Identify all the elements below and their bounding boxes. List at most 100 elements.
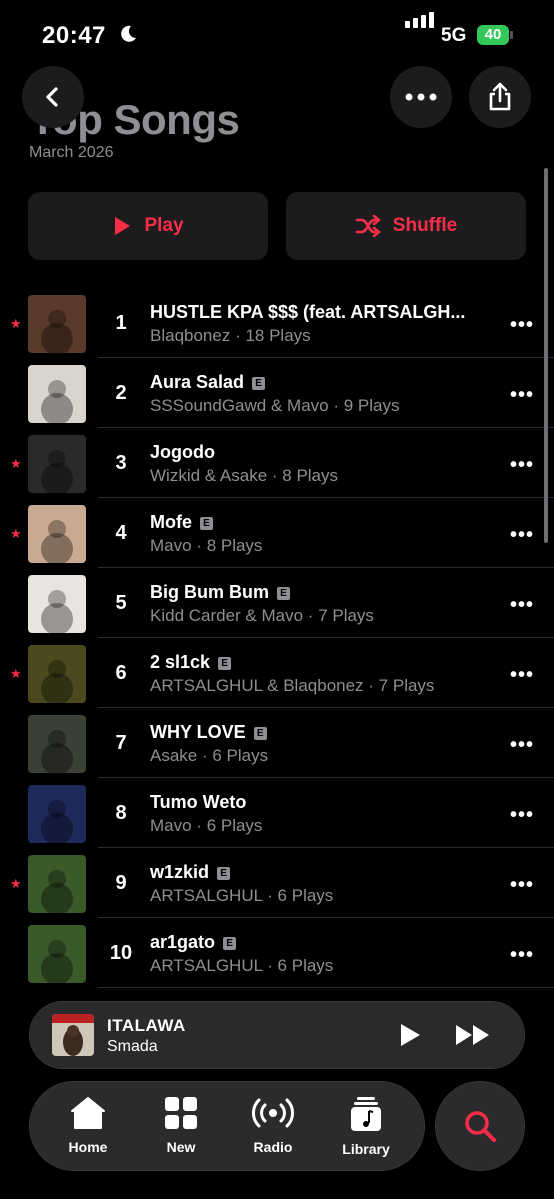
song-meta: Blaqbonez · 18 Plays xyxy=(150,326,311,346)
shuffle-icon xyxy=(355,215,381,237)
song-plays: 6 Plays xyxy=(277,956,334,975)
share-button[interactable] xyxy=(469,66,531,128)
song-title: ar1gato xyxy=(150,932,216,952)
tab-new[interactable]: New xyxy=(136,1096,226,1155)
favorite-star-icon: ★ xyxy=(10,666,22,681)
meta-separator: · xyxy=(303,606,319,625)
back-button[interactable] xyxy=(22,66,84,128)
song-meta: Wizkid & Asake · 8 Plays xyxy=(150,466,338,486)
explicit-icon: E xyxy=(218,657,232,670)
explicit-icon: E xyxy=(253,727,267,740)
song-more-button[interactable]: ••• xyxy=(510,804,534,827)
song-row[interactable]: ★ 6 2 sl1ck E ARTSALGHUL & Blaqbonez · 7 Pla… xyxy=(0,638,554,708)
search-button[interactable] xyxy=(436,1082,524,1170)
battery-tip xyxy=(510,31,513,39)
meta-separator: · xyxy=(191,536,207,555)
song-meta: Asake · 6 Plays xyxy=(150,746,268,766)
meta-separator: · xyxy=(262,956,278,975)
explicit-icon: E xyxy=(200,517,213,530)
row-divider xyxy=(98,987,554,988)
song-more-button[interactable]: ••• xyxy=(510,314,534,337)
song-more-button[interactable]: ••• xyxy=(510,594,534,617)
play-icon xyxy=(401,1024,420,1046)
song-artwork xyxy=(28,785,86,843)
song-artist: Mavo xyxy=(150,816,192,835)
song-row[interactable]: ★ 3 Jogodo Wizkid & Asake · 8 Plays ••• xyxy=(0,428,554,498)
song-title: w1zkid xyxy=(150,862,210,882)
song-title: Aura Salad xyxy=(150,372,245,392)
mini-play-button[interactable] xyxy=(398,1022,422,1053)
song-row[interactable]: 7 WHY LOVE E Asake · 6 Plays ••• xyxy=(0,708,554,778)
song-rank: 7 xyxy=(115,732,127,754)
song-artwork xyxy=(28,645,86,703)
song-plays: 6 Plays xyxy=(277,886,334,905)
song-row[interactable]: ★ 9 w1zkid E ARTSALGHUL · 6 Plays ••• xyxy=(0,848,554,918)
house-icon xyxy=(71,1097,105,1129)
now-playing-title: ITALAWA xyxy=(107,1016,186,1035)
song-meta: ARTSALGHUL · 6 Plays xyxy=(150,886,333,906)
song-more-button[interactable]: ••• xyxy=(510,664,534,687)
share-icon xyxy=(489,82,511,111)
song-rank: 1 xyxy=(115,312,127,334)
song-more-button[interactable]: ••• xyxy=(510,874,534,897)
song-title: WHY LOVE xyxy=(150,722,246,742)
song-row[interactable]: 2 Aura Salad E SSSoundGawd & Mavo · 9 Plays… xyxy=(0,358,554,428)
song-artwork xyxy=(28,435,86,493)
song-title-line: Big Bum Bum E xyxy=(150,582,290,603)
tab-radio[interactable]: Radio xyxy=(228,1096,318,1155)
song-more-button[interactable]: ••• xyxy=(510,384,534,407)
more-options-button[interactable] xyxy=(390,66,452,128)
song-meta: ARTSALGHUL · 6 Plays xyxy=(150,956,333,976)
song-plays: 8 Plays xyxy=(206,536,263,555)
song-rank: 2 xyxy=(115,382,127,404)
song-more-button[interactable]: ••• xyxy=(510,944,534,967)
song-row[interactable]: 10 ar1gato E ARTSALGHUL · 6 Plays ••• xyxy=(0,918,554,988)
song-row[interactable]: ★ 4 Mofe E Mavo · 8 Plays ••• xyxy=(0,498,554,568)
song-rank: 5 xyxy=(115,592,127,614)
tab-library-label: Library xyxy=(342,1141,390,1157)
favorite-star-icon: ★ xyxy=(10,876,22,891)
song-meta: ARTSALGHUL & Blaqbonez · 7 Plays xyxy=(150,676,434,696)
song-plays: 18 Plays xyxy=(245,326,311,345)
chevron-left-icon xyxy=(46,87,58,107)
song-title: 2 sl1ck xyxy=(150,652,211,672)
song-title-line: ar1gato E xyxy=(150,932,237,953)
meta-separator: · xyxy=(363,676,379,695)
fast-forward-icon xyxy=(456,1025,489,1045)
song-more-button[interactable]: ••• xyxy=(510,734,534,757)
song-list: ★ 1 HUSTLE KPA $$$ (feat. ARTSALGH... Blaqb… xyxy=(0,288,554,988)
scrollbar[interactable] xyxy=(544,168,548,543)
song-title: Big Bum Bum xyxy=(150,582,269,602)
song-row[interactable]: 8 Tumo Weto Mavo · 6 Plays ••• xyxy=(0,778,554,848)
moon-icon xyxy=(121,25,136,42)
song-more-button[interactable]: ••• xyxy=(510,454,534,477)
next-track-button[interactable] xyxy=(454,1022,492,1053)
song-rank: 9 xyxy=(115,872,127,894)
page-subtitle: March 2026 xyxy=(29,144,114,161)
song-artist: Mavo xyxy=(150,536,192,555)
tab-home[interactable]: Home xyxy=(43,1096,133,1155)
tab-library[interactable]: Library xyxy=(321,1096,411,1157)
network-type: 5G xyxy=(441,25,467,46)
now-playing-artwork xyxy=(52,1014,94,1056)
song-more-button[interactable]: ••• xyxy=(510,524,534,547)
song-artist: ARTSALGHUL xyxy=(150,956,263,975)
song-artwork xyxy=(28,715,86,773)
search-icon xyxy=(465,1111,496,1142)
grid-icon xyxy=(165,1097,197,1129)
song-title: HUSTLE KPA $$$ (feat. ARTSALGH... xyxy=(150,302,466,322)
explicit-icon: E xyxy=(217,867,231,880)
song-row[interactable]: ★ 1 HUSTLE KPA $$$ (feat. ARTSALGH... Blaqb… xyxy=(0,288,554,358)
song-rank: 8 xyxy=(115,802,127,824)
song-artwork xyxy=(28,575,86,633)
favorite-star-icon: ★ xyxy=(10,316,22,331)
play-icon xyxy=(115,217,131,235)
play-button[interactable]: Play xyxy=(28,192,268,260)
song-title-line: Jogodo xyxy=(150,442,215,463)
favorite-star-icon: ★ xyxy=(10,526,22,541)
mini-player[interactable]: ITALAWA Smada xyxy=(30,1002,524,1068)
song-plays: 9 Plays xyxy=(343,396,400,415)
song-row[interactable]: 5 Big Bum Bum E Kidd Carder & Mavo · 7 Play… xyxy=(0,568,554,638)
song-meta: Mavo · 8 Plays xyxy=(150,536,262,556)
shuffle-button[interactable]: Shuffle xyxy=(286,192,526,260)
